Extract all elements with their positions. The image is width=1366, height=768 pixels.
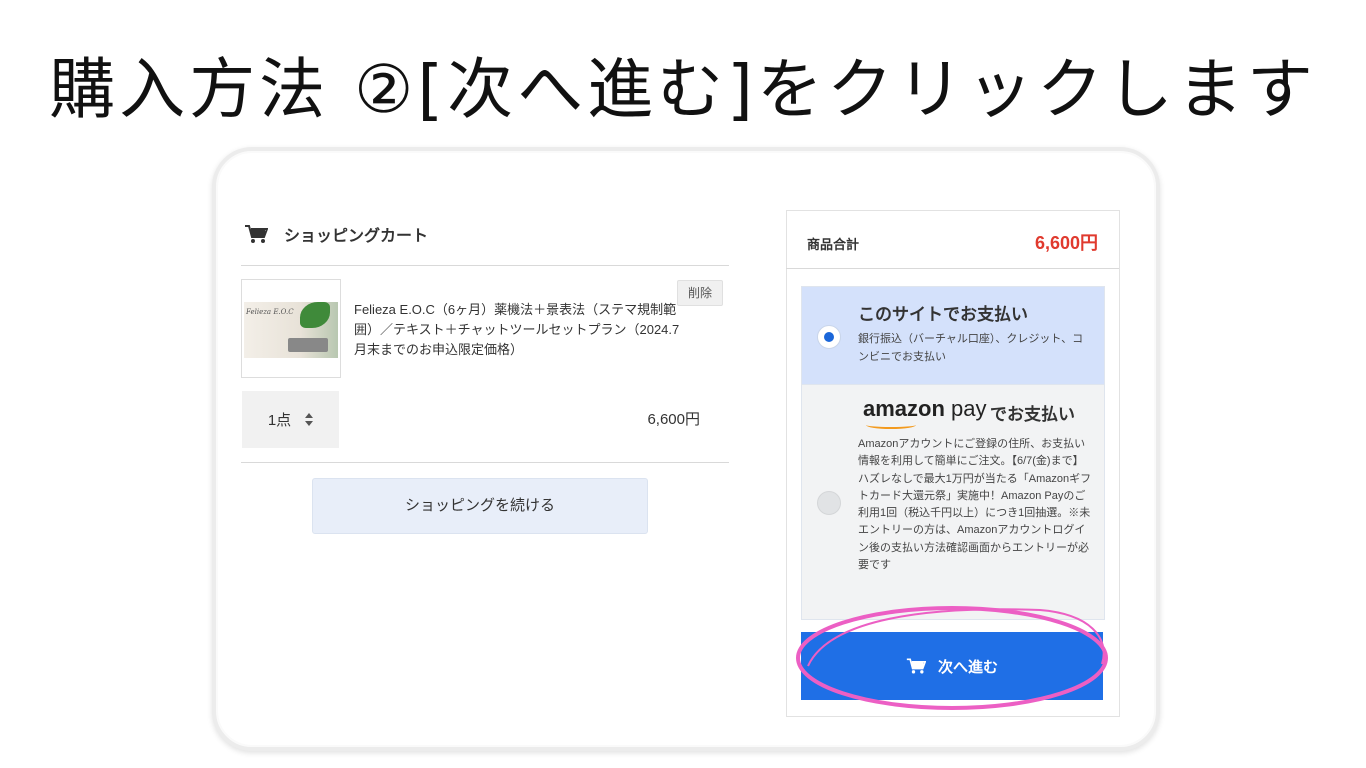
payment-site-title: このサイトでお支払い xyxy=(858,305,1028,324)
product-thumbnail[interactable]: Felieza E.O.C xyxy=(241,279,341,378)
divider xyxy=(786,268,1119,269)
laptop-decoration xyxy=(288,338,328,352)
divider xyxy=(241,265,729,266)
quantity-value: 1点 xyxy=(267,412,292,429)
page-headline: 購入方法 ②[次へ進む]をクリックします xyxy=(49,51,1317,128)
radio-unselected-icon[interactable] xyxy=(817,491,841,515)
thumbnail-brand: Felieza E.O.C xyxy=(246,308,294,316)
amazon-logo-word: amazon xyxy=(863,396,945,421)
amazon-pay-title: でお支払い xyxy=(990,405,1075,424)
amazon-smile-icon xyxy=(866,421,916,429)
cart-header: ショッピングカート xyxy=(244,222,428,246)
subtotal-value: 6,600円 xyxy=(1034,233,1098,253)
continue-shopping-button[interactable]: ショッピングを続ける xyxy=(312,478,648,534)
amazon-pay-logo: amazon pay xyxy=(863,396,987,422)
cart-title: ショッピングカート xyxy=(284,228,429,245)
delete-button[interactable]: 削除 xyxy=(677,280,723,306)
sort-arrows-icon xyxy=(305,413,314,426)
payment-site-description: 銀行振込（バーチャル口座）、クレジット、コンビニでお支払い xyxy=(858,333,1084,363)
cart-icon xyxy=(245,225,268,243)
divider xyxy=(241,462,729,463)
quantity-selector[interactable]: 1点 xyxy=(242,391,339,448)
subtotal-label: 商品合計 xyxy=(807,237,860,252)
item-price: 6,600円 xyxy=(647,411,700,428)
radio-selected-icon[interactable] xyxy=(817,325,841,349)
product-title[interactable]: Felieza E.O.C（6ヶ月）薬機法＋景表法（ステマ規制範囲）／テキスト＋… xyxy=(354,300,684,360)
pay-logo-word: pay xyxy=(944,396,987,421)
highlight-circle xyxy=(796,606,1108,710)
amazon-pay-description: Amazonアカウントにご登録の住所、お支払い情報を利用して簡単にご注文。【6/… xyxy=(858,438,1092,572)
